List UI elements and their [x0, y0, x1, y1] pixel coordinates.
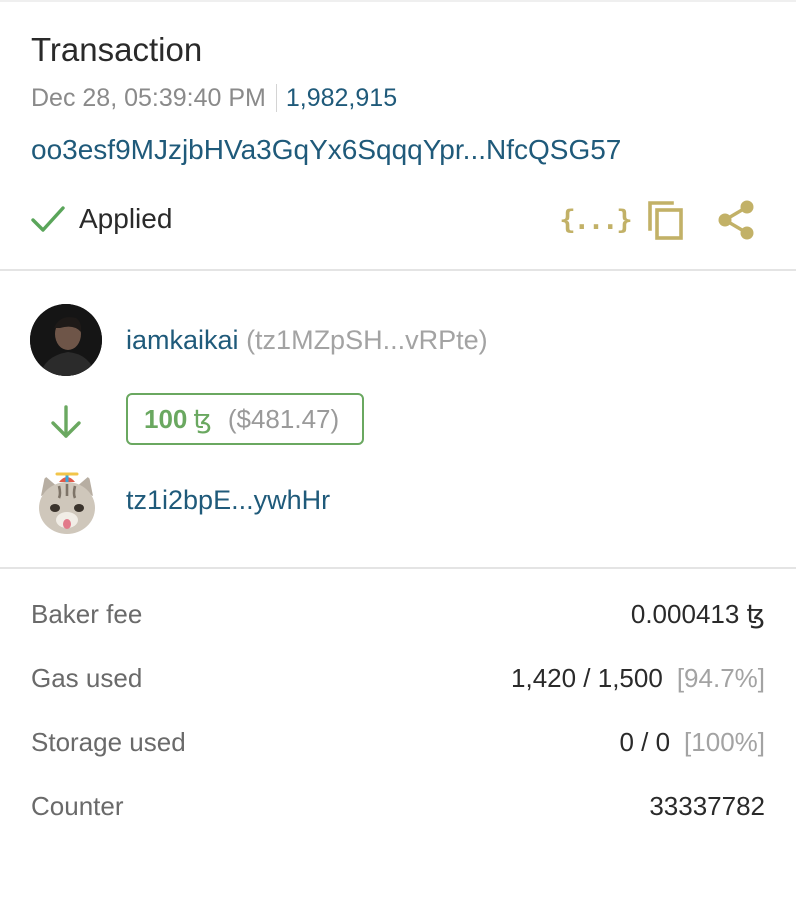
target-avatar[interactable]	[33, 470, 101, 538]
meta-separator	[275, 84, 277, 112]
top-border	[0, 0, 796, 2]
detail-label: Baker fee	[31, 599, 143, 629]
detail-row-baker-fee: Baker fee 0.000413 ꜩ	[31, 596, 765, 660]
sender-avatar[interactable]	[30, 304, 102, 376]
detail-value: 33337782	[649, 788, 765, 824]
detail-value: 1,420 / 1,500 [94.7%]	[511, 660, 765, 696]
storage-used-percent: [100%]	[684, 727, 765, 757]
gas-used-value: 1,420 / 1,500	[511, 663, 663, 693]
sender-name-link[interactable]: iamkaikai	[126, 325, 239, 355]
detail-label: Gas used	[31, 663, 143, 693]
status-label: Applied	[79, 203, 173, 234]
amount-badge: 100 ꜩ ($481.47)	[126, 393, 364, 445]
amount-usd: ($481.47)	[227, 403, 340, 434]
detail-row-counter: Counter 33337782	[31, 788, 765, 852]
counter-value: 33337782	[649, 791, 765, 821]
copy-icon[interactable]	[646, 199, 686, 241]
section-divider	[0, 567, 796, 569]
detail-label: Counter	[31, 791, 124, 821]
detail-row-gas-used: Gas used 1,420 / 1,500 [94.7%]	[31, 660, 765, 724]
storage-used-value: 0 / 0	[619, 727, 671, 757]
section-divider	[0, 269, 796, 271]
detail-value: 0 / 0 [100%]	[619, 724, 765, 760]
target-address-link[interactable]: tz1i2bpE...ywhHr	[126, 485, 330, 515]
json-icon: {...}	[559, 204, 632, 236]
action-buttons: {...}	[559, 198, 756, 242]
amount-value: 100	[144, 403, 188, 434]
person-photo-icon	[30, 304, 102, 376]
operation-hash-link[interactable]: oo3esf9MJzjbHVa3GqYx6SqqqYpr...NfcQSG57	[31, 132, 621, 168]
baker-fee-value: 0.000413 ꜩ	[630, 599, 765, 629]
detail-value: 0.000413 ꜩ	[631, 596, 765, 632]
detail-row-storage-used: Storage used 0 / 0 [100%]	[31, 724, 765, 788]
check-icon	[31, 206, 65, 232]
block-link[interactable]: 1,982,915	[286, 82, 397, 114]
sender-address: (tz1MZpSH...vRPte)	[246, 325, 488, 355]
details-list: Baker fee 0.000413 ꜩ Gas used 1,420 / 1,…	[31, 596, 765, 852]
timestamp: Dec 28, 05:39:40 PM	[31, 84, 266, 112]
target-line: tz1i2bpE...ywhHr	[126, 482, 330, 518]
share-icon[interactable]	[716, 199, 756, 241]
status-row: Applied {...}	[31, 198, 766, 242]
sender-line: iamkaikai (tz1MZpSH...vRPte)	[126, 322, 488, 358]
gas-used-percent: [94.7%]	[676, 663, 765, 693]
detail-label: Storage used	[31, 727, 186, 757]
transaction-meta: Dec 28, 05:39:40 PM 1,982,915	[31, 82, 397, 114]
transaction-header: Transaction Dec 28, 05:39:40 PM 1,982,91…	[31, 28, 766, 240]
tez-symbol: ꜩ	[193, 403, 212, 434]
arrow-down-icon	[51, 405, 81, 438]
json-button[interactable]: {...}	[559, 200, 632, 240]
cat-avatar-icon	[39, 472, 95, 534]
page-title: Transaction	[31, 31, 203, 68]
